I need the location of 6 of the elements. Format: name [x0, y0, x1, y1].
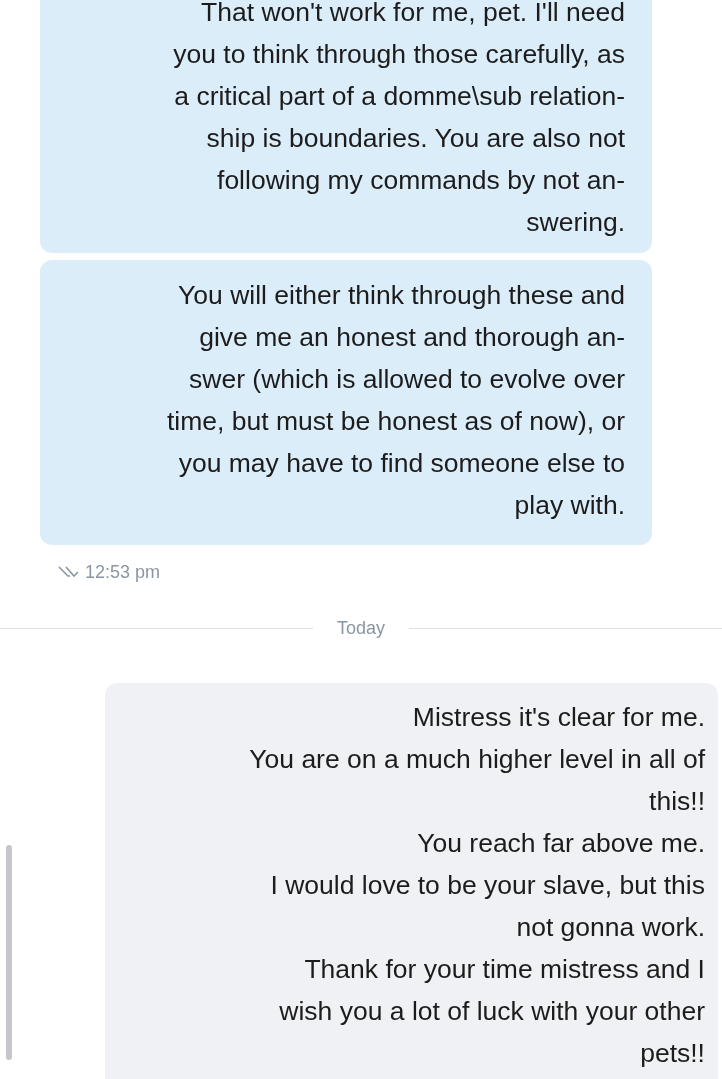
message-bubble: You will either think through these and give me an honest and thorough an- swer (which is allowed to evolve over time, but must be honest as of now), or you may have to find someone else to play with.	[40, 260, 652, 545]
message-bubble: Mistress it's clear for me. You are on a much higher level in all of this!! You reach far above me. I would love to be your slave, but this not gonna work. Thank for your time mistress and I wish you a lot of luck with your other pets!!	[105, 683, 718, 1079]
message-time: 12:53 pm	[85, 561, 161, 583]
message-bubble: That won't work for me, pet. I'll need you to think through those carefully, as a critical part of a domme\sub relation- ship is boundaries. You are also not following my commands by not an- swering.	[40, 0, 652, 253]
scrollbar[interactable]	[6, 845, 12, 1060]
date-divider-label: Today	[337, 618, 386, 639]
